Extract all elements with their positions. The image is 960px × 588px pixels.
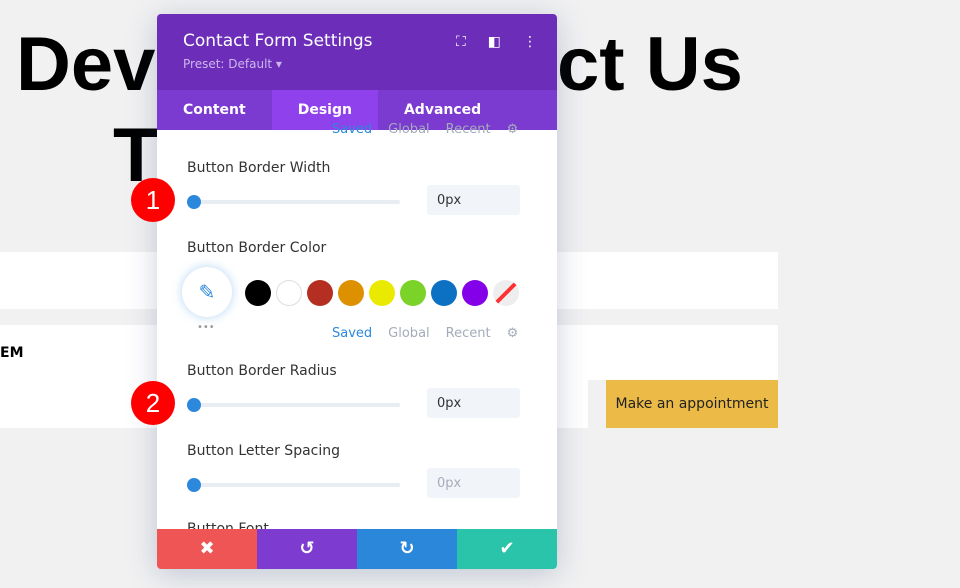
preset-dropdown[interactable]: Preset: Default ▾ [183,57,531,71]
step-badge-1: 1 [131,178,175,222]
palette-global[interactable]: Global [388,326,429,341]
more-dots-icon[interactable]: ••• [197,322,215,333]
make-appointment-button[interactable]: Make an appointment [606,380,778,428]
tab-content[interactable]: Content [157,90,272,130]
palette-tabs: Saved Global Recent ⚙ [332,326,518,341]
sidebar-layout-icon[interactable]: ◧ [488,34,501,50]
step-badge-2: 2 [131,381,175,425]
letter-spacing-label: Button Letter Spacing [187,443,341,459]
color-swatch[interactable] [369,280,395,306]
border-color-label: Button Border Color [187,240,327,256]
color-swatch[interactable] [338,280,364,306]
color-swatch[interactable] [462,280,488,306]
letter-spacing-slider[interactable] [187,478,400,492]
palette-global[interactable]: Global [388,122,429,137]
letter-spacing-input[interactable]: 0px [427,468,520,498]
fullscreen-icon[interactable]: ⛶ [456,34,466,50]
border-width-slider[interactable] [187,195,400,209]
row-text: EM [0,345,24,361]
gear-icon[interactable]: ⚙ [507,122,519,137]
color-swatch[interactable] [307,280,333,306]
color-swatch[interactable] [400,280,426,306]
palette-saved[interactable]: Saved [332,122,372,137]
gear-icon[interactable]: ⚙ [507,326,519,341]
slider-handle[interactable] [187,195,201,209]
undo-button[interactable]: ↺ [257,529,357,569]
border-radius-label: Button Border Radius [187,363,337,379]
transparent-swatch[interactable] [493,280,519,306]
color-swatch[interactable] [245,280,271,306]
border-width-input[interactable]: 0px [427,185,520,215]
color-swatch[interactable] [276,280,302,306]
save-button[interactable]: ✔ [457,529,557,569]
page-heading-fragment: Dev [16,22,156,107]
palette-recent[interactable]: Recent [446,326,491,341]
cancel-button[interactable]: ✖ [157,529,257,569]
settings-panel: Contact Form Settings Preset: Default ▾ … [157,14,557,569]
slider-handle[interactable] [187,478,201,492]
palette-saved[interactable]: Saved [332,326,372,341]
panel-footer: ✖ ↺ ↻ ✔ [157,529,557,569]
border-radius-input[interactable]: 0px [427,388,520,418]
palette-tabs-top: Saved Global Recent ⚙ [332,122,518,137]
slider-handle[interactable] [187,398,201,412]
border-width-label: Button Border Width [187,160,331,176]
more-options-icon[interactable]: ⋮ [523,34,537,50]
color-swatch[interactable] [431,280,457,306]
palette-recent[interactable]: Recent [446,122,491,137]
redo-button[interactable]: ↻ [357,529,457,569]
border-radius-slider[interactable] [187,398,400,412]
eyedropper-button[interactable]: ✎ [182,267,232,317]
panel-header: Contact Form Settings Preset: Default ▾ … [157,14,557,90]
page-heading-fragment: ct Us [557,22,743,107]
